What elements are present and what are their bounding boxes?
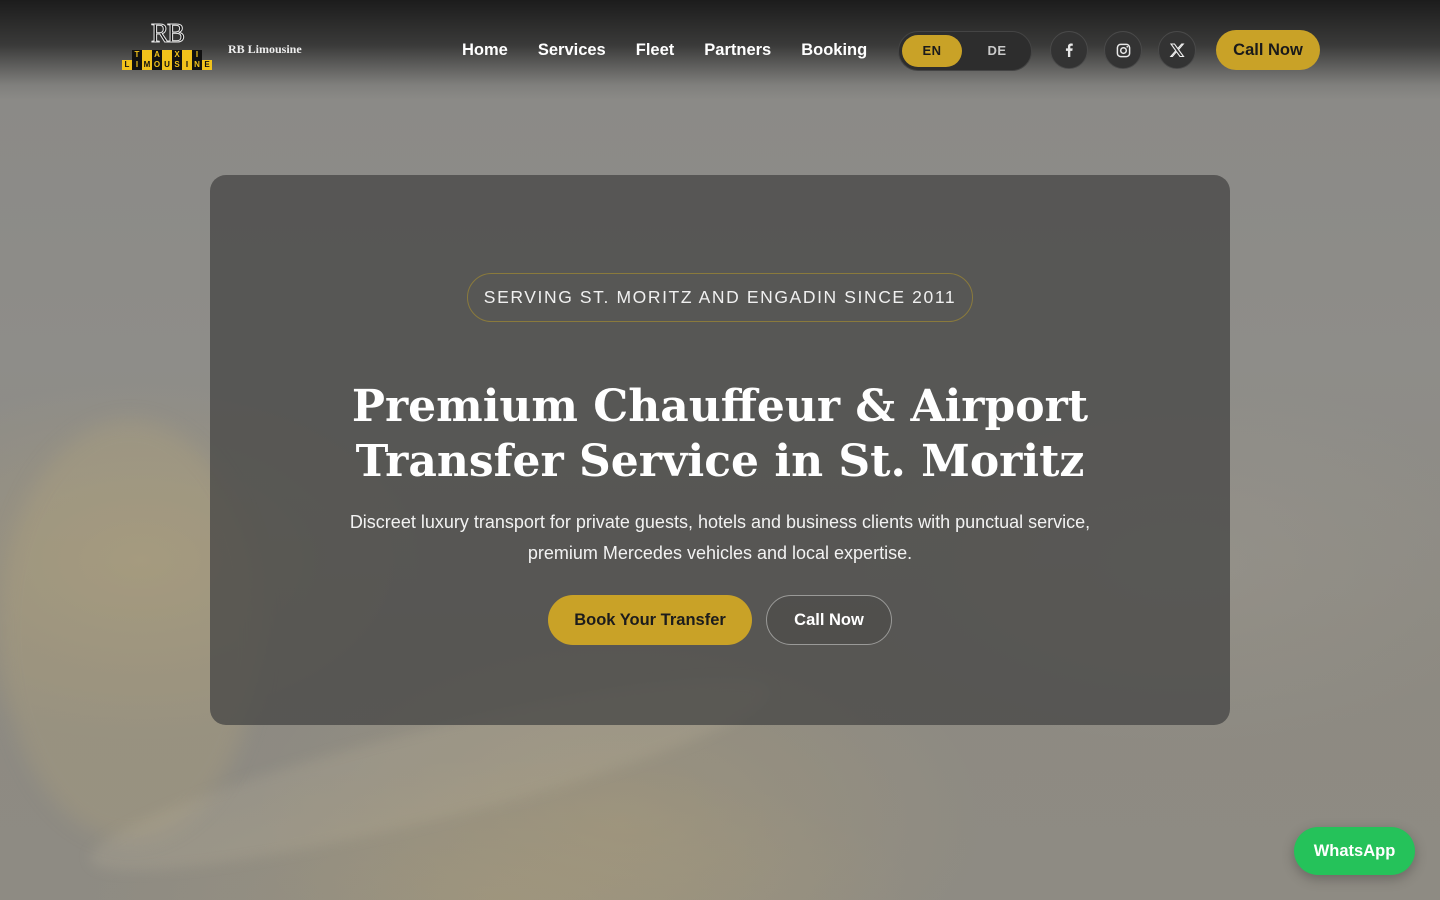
language-switcher: EN DE (898, 31, 1032, 71)
nav-home[interactable]: Home (462, 39, 508, 61)
site-header: RB T A X I L I M O U S I N E RB Limousin… (0, 0, 1440, 100)
hero-tagline-badge: SERVING ST. MORITZ AND ENGADIN SINCE 201… (467, 273, 973, 322)
header-call-now-button[interactable]: Call Now (1216, 30, 1320, 70)
main-nav: Home Services Fleet Partners Booking (462, 39, 867, 61)
x-twitter-icon[interactable] (1158, 31, 1196, 69)
nav-fleet[interactable]: Fleet (636, 39, 675, 61)
logo-row-taxi: T A X I (118, 50, 216, 60)
nav-booking[interactable]: Booking (801, 39, 867, 61)
language-option-en[interactable]: EN (902, 35, 962, 67)
facebook-icon[interactable] (1050, 31, 1088, 69)
hero-call-now-button[interactable]: Call Now (766, 595, 892, 645)
hero-subtitle-line-2: premium Mercedes vehicles and local expe… (527, 543, 913, 563)
hero-subtitle: Discreet luxury transport for private gu… (310, 507, 1130, 569)
hero-subtitle-line-1: Discreet luxury transport for private gu… (349, 512, 1091, 532)
logo-monogram: RB (150, 18, 185, 49)
site-logo[interactable]: RB T A X I L I M O U S I N E (118, 18, 216, 78)
hero-title: Premium Chauffeur & Airport Transfer Ser… (210, 379, 1230, 489)
logo-row-limousine: L I M O U S I N E (118, 60, 216, 70)
whatsapp-button[interactable]: WhatsApp (1294, 827, 1415, 875)
book-transfer-button[interactable]: Book Your Transfer (548, 595, 752, 645)
instagram-icon[interactable] (1104, 31, 1142, 69)
nav-partners[interactable]: Partners (704, 39, 771, 61)
brand-name: RB Limousine (228, 42, 302, 56)
language-option-de[interactable]: DE (967, 35, 1027, 67)
hero-title-line-1: Premium Chauffeur & Airport (351, 381, 1089, 432)
hero-card: SERVING ST. MORITZ AND ENGADIN SINCE 201… (210, 175, 1230, 725)
nav-services[interactable]: Services (538, 39, 606, 61)
hero-title-line-2: Transfer Service in St. Moritz (355, 436, 1085, 487)
